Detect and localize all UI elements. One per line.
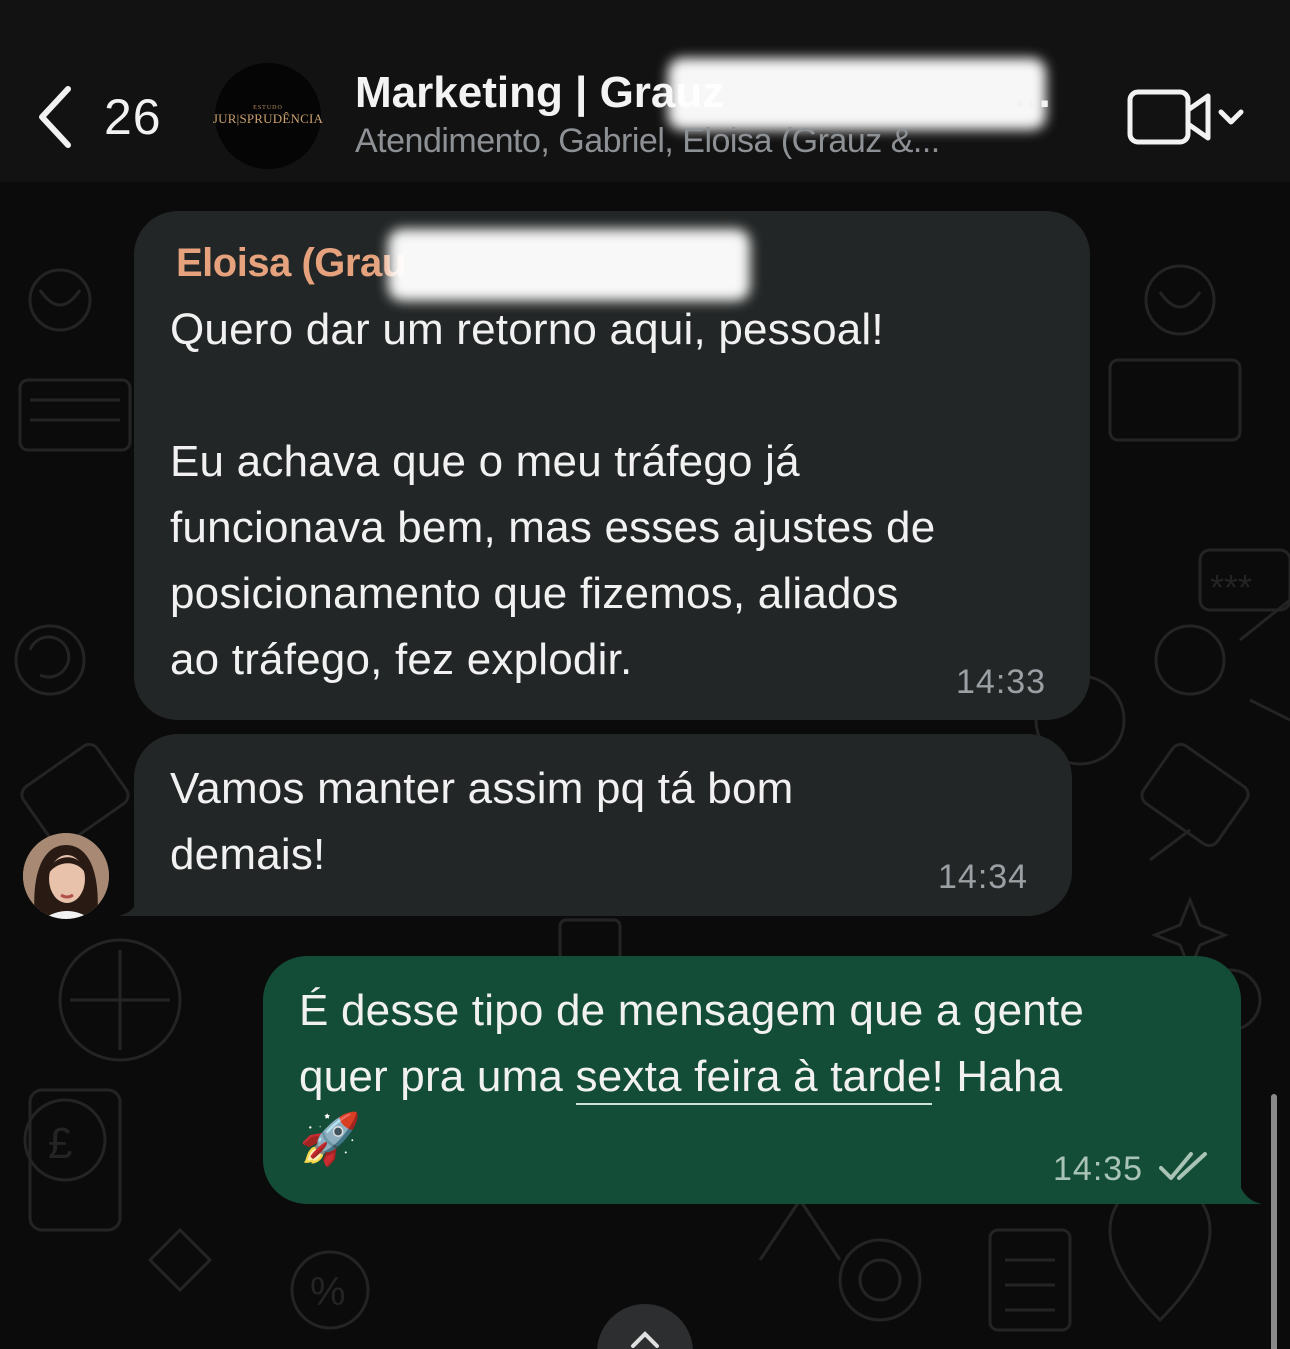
video-camera-icon	[1127, 89, 1244, 145]
redacted-sender	[388, 229, 750, 301]
svg-text:%: %	[310, 1270, 346, 1314]
chat-header: 26 ESTUDO JUR|SPRUDÊNCIA Marketing | Gra…	[0, 0, 1290, 182]
bubble-tail	[118, 882, 158, 916]
chevron-down-icon	[1218, 109, 1244, 125]
sender-name[interactable]: Eloisa (Grau	[176, 241, 406, 286]
message-bubble-incoming[interactable]: Eloisa (Grau Quero dar um retorno aqui, …	[134, 211, 1090, 720]
svg-text:***: ***	[1210, 567, 1252, 608]
group-avatar[interactable]: ESTUDO JUR|SPRUDÊNCIA	[212, 63, 324, 169]
avatar-brand-text: JUR|SPRUDÊNCIA	[212, 111, 324, 126]
message-text: Quero dar um retorno aqui, pessoal! Eu a…	[170, 305, 936, 684]
double-check-icon	[1159, 1152, 1207, 1180]
message-text-end: ! Haha	[931, 1052, 1063, 1101]
contact-avatar[interactable]	[23, 833, 109, 919]
scroll-down-button[interactable]	[597, 1304, 693, 1349]
message-date-link[interactable]: sexta feira à tarde	[575, 1052, 932, 1105]
svg-text:£: £	[48, 1119, 72, 1168]
arrow-down-icon	[631, 1331, 659, 1348]
bubble-tail	[1222, 1170, 1262, 1204]
scrollbar[interactable]	[1271, 1094, 1277, 1349]
message-text: Vamos manter assim pq tá bom demais!	[170, 764, 794, 879]
redacted-title	[668, 58, 1046, 130]
message-text: É desse tipo de mensagem que a gente que…	[299, 978, 1219, 1110]
message-time: 14:33	[956, 663, 1047, 701]
message-bubble-outgoing[interactable]: É desse tipo de mensagem que a gente que…	[263, 956, 1241, 1204]
chevron-left-icon	[39, 86, 71, 148]
back-button[interactable]: 26	[36, 82, 176, 152]
unread-count: 26	[104, 89, 162, 145]
rocket-emoji: 🚀	[299, 1111, 362, 1167]
message-time: 14:34	[938, 858, 1029, 896]
message-bubble-incoming[interactable]: Vamos manter assim pq tá bom demais! 14:…	[134, 734, 1072, 916]
chat-title-ellipsis: ...	[1014, 68, 1051, 117]
video-call-button[interactable]	[1126, 86, 1256, 150]
message-time: 14:35	[1053, 1150, 1144, 1188]
chat-participants[interactable]: Atendimento, Gabriel, Eloisa (Grauz &...	[355, 122, 1075, 162]
